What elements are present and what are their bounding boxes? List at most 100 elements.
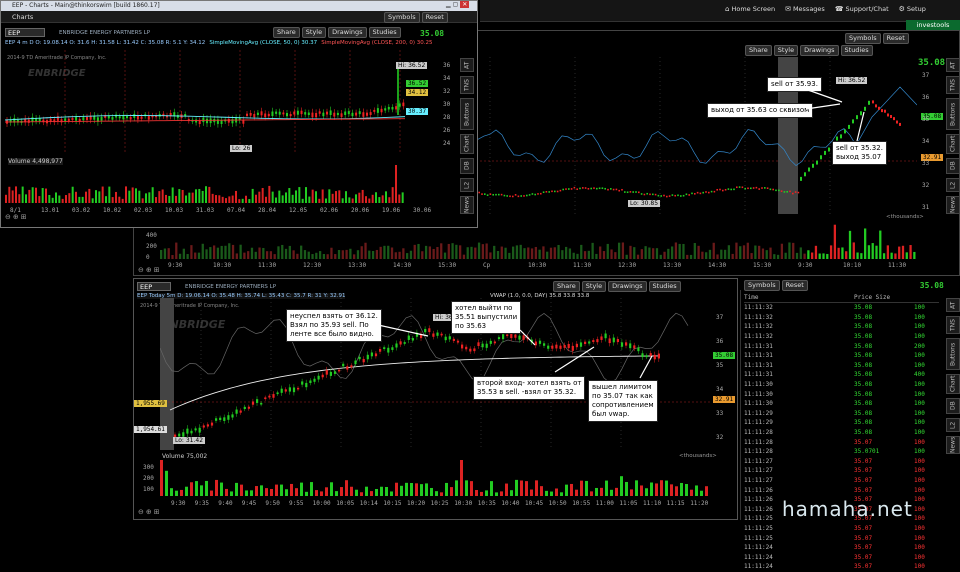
support-chat-link[interactable]: Support/Chat xyxy=(846,5,889,13)
minimize-icon[interactable]: ▁ xyxy=(446,1,451,8)
win3-drawings-button[interactable]: Drawings xyxy=(608,281,647,292)
x-tick-label: 14:30 xyxy=(708,262,727,269)
candle xyxy=(399,341,402,345)
win3-share-button[interactable]: Share xyxy=(553,281,580,292)
zoom-out-icon[interactable]: ⊖ xyxy=(138,266,144,274)
candle xyxy=(366,354,369,360)
win2-drawings-button[interactable]: Drawings xyxy=(800,45,839,56)
candle xyxy=(329,371,332,376)
win3-volume-label: Volume 75,002 xyxy=(162,453,208,460)
candle xyxy=(243,406,246,410)
win2-style-button[interactable]: Style xyxy=(773,45,799,56)
zoom-out-icon[interactable]: ⊖ xyxy=(138,508,144,516)
win1-reset-button[interactable]: Reset xyxy=(421,12,448,23)
win1-tab-charts[interactable]: Charts xyxy=(12,13,33,21)
side-tab-db[interactable]: DB xyxy=(946,158,960,174)
candle xyxy=(567,344,570,349)
side-tab-db[interactable]: DB xyxy=(946,398,960,414)
volume-bar xyxy=(670,484,673,496)
win3-reset-button[interactable]: Reset xyxy=(781,280,808,291)
win3-symbols-button[interactable]: Symbols xyxy=(744,280,780,291)
home-icon[interactable]: ⌂ xyxy=(725,5,729,13)
side-tab-at[interactable]: AT xyxy=(946,298,960,312)
side-tab-tns[interactable]: TNS xyxy=(460,76,474,94)
ts-row: 11:11:32 35.08 100 xyxy=(744,313,939,323)
x-tick-label: Cp xyxy=(483,262,491,269)
side-tab-l2[interactable]: L2 xyxy=(460,178,474,192)
side-tab-news[interactable]: News xyxy=(946,436,960,454)
volume-bar xyxy=(175,242,178,259)
side-tab-buttons[interactable]: Buttons xyxy=(460,98,474,130)
win3-symbol-box[interactable]: EEP xyxy=(137,282,171,291)
win2-reset-button[interactable]: Reset xyxy=(882,33,909,44)
candle xyxy=(518,335,521,340)
side-tab-db[interactable]: DB xyxy=(460,158,474,174)
win3-price-big: 35.08 xyxy=(919,281,944,290)
candle xyxy=(520,195,522,197)
x-tick-label: 10:14 xyxy=(359,500,378,507)
side-tab-at[interactable]: AT xyxy=(946,58,960,72)
volume-bar xyxy=(565,484,568,496)
volume-bar xyxy=(776,254,780,259)
candle xyxy=(794,191,797,193)
side-tab-news[interactable]: News xyxy=(946,196,960,214)
messages-icon[interactable]: ✉ xyxy=(785,5,791,13)
win1-studies-button[interactable]: Studies xyxy=(368,27,401,38)
volume-bar xyxy=(334,254,337,259)
volume-bar xyxy=(371,194,374,203)
volume-bar xyxy=(792,242,795,259)
investools-badge[interactable]: investools xyxy=(906,20,960,30)
pan-icon[interactable]: ⊞ xyxy=(154,508,160,516)
zoom-out-icon[interactable]: ⊖ xyxy=(5,213,11,221)
side-tab-news[interactable]: News xyxy=(460,196,474,214)
gear-icon[interactable]: ⚙ xyxy=(899,5,905,13)
volume-bar xyxy=(720,249,723,259)
side-tab-buttons[interactable]: Buttons xyxy=(946,338,960,370)
ts-size: 100 xyxy=(914,381,925,389)
win2-share-button[interactable]: Share xyxy=(745,45,772,56)
side-tab-tns[interactable]: TNS xyxy=(946,76,960,94)
volume-bar xyxy=(230,491,233,496)
volume-bar xyxy=(864,228,867,259)
side-tab-chart[interactable]: Chart xyxy=(946,374,960,394)
candle xyxy=(668,195,671,197)
volume-bar xyxy=(243,252,246,259)
win1-study-line: EEP 4 m D O: 19.08.14 O: 31.6 H: 31.58 L… xyxy=(5,40,433,46)
pan-icon[interactable]: ⊞ xyxy=(154,266,160,274)
win1-share-button[interactable]: Share xyxy=(273,27,300,38)
side-tab-tns[interactable]: TNS xyxy=(946,316,960,334)
pan-icon[interactable]: ⊞ xyxy=(21,213,27,221)
setup-link[interactable]: Setup xyxy=(907,5,926,13)
time-sales-list[interactable]: 11:11:32 35.08 100 11:11:32 35.08 100 11:11:32… xyxy=(744,303,939,572)
win1-symbol-box[interactable]: EEP xyxy=(5,28,45,37)
candle xyxy=(575,343,578,348)
win2-studies-button[interactable]: Studies xyxy=(840,45,873,56)
side-tab-chart[interactable]: Chart xyxy=(946,134,960,154)
win3-studies-button[interactable]: Studies xyxy=(648,281,681,292)
win1-drawings-button[interactable]: Drawings xyxy=(328,27,367,38)
zoom-in-icon[interactable]: ⊕ xyxy=(13,213,19,221)
volume-bar xyxy=(225,488,228,496)
side-tab-l2[interactable]: L2 xyxy=(946,418,960,432)
volume-bar xyxy=(353,254,356,259)
side-tab-at[interactable]: AT xyxy=(460,58,474,72)
messages-link[interactable]: Messages xyxy=(793,5,825,13)
win1-tag-1: 36.52 xyxy=(406,80,429,87)
win1-symbols-button[interactable]: Symbols xyxy=(384,12,420,23)
volume-bar xyxy=(335,191,337,203)
support-icon[interactable]: ☎ xyxy=(835,5,844,13)
side-tab-buttons[interactable]: Buttons xyxy=(946,98,960,130)
volume-bar xyxy=(739,246,742,259)
zoom-in-icon[interactable]: ⊕ xyxy=(146,266,152,274)
win2-symbols-button[interactable]: Symbols xyxy=(845,33,881,44)
side-tab-chart[interactable]: Chart xyxy=(460,134,474,154)
close-icon[interactable]: ✕ xyxy=(460,1,470,8)
win3-style-button[interactable]: Style xyxy=(581,281,607,292)
ts-time: 11:11:26 xyxy=(744,486,773,494)
win1-style-button[interactable]: Style xyxy=(301,27,327,38)
maximize-icon[interactable]: ▢ xyxy=(453,1,459,8)
home-screen-link[interactable]: Home Screen xyxy=(731,5,775,13)
side-tab-l2[interactable]: L2 xyxy=(946,178,960,192)
volume-bar xyxy=(235,253,238,259)
zoom-in-icon[interactable]: ⊕ xyxy=(146,508,152,516)
